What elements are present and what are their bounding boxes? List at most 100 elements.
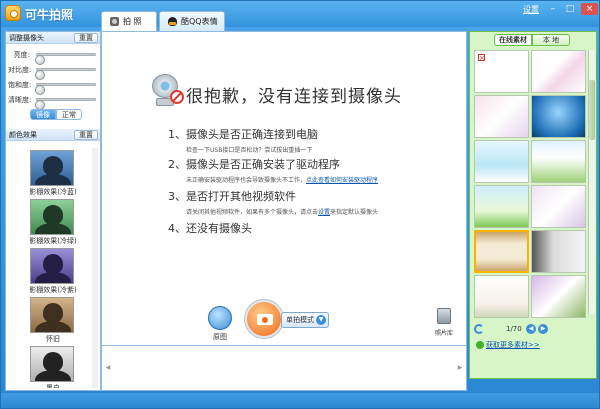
brightness-slider[interactable] <box>34 53 96 65</box>
silhouette-icon <box>43 254 63 274</box>
frame-thumbnail[interactable] <box>531 185 586 228</box>
contrast-slider-row: 对比度: <box>6 62 100 80</box>
silhouette-icon <box>35 321 71 332</box>
settings-inline-link[interactable]: 设置 <box>318 209 330 216</box>
no-webcam-icon <box>150 74 184 108</box>
settings-link[interactable]: 设置 <box>523 4 539 15</box>
step-4: 4、还没有摄像头 <box>168 220 252 236</box>
normal-mode-button[interactable]: 正常 <box>56 109 82 120</box>
effects-reset-button[interactable]: 重置 <box>74 130 98 140</box>
sharpness-slider-row: 清晰度: <box>6 92 100 110</box>
effects-scrollbar[interactable] <box>92 148 98 388</box>
effect-thumbnail[interactable] <box>30 297 74 333</box>
step-3: 3、是否打开其他视频软件 请关闭其他视频软件，如果有多个摄像头，请点击设置来指定… <box>168 188 378 216</box>
close-button[interactable]: × <box>581 3 598 15</box>
download-icon <box>476 341 484 349</box>
color-effects-title: 颜色效果 <box>9 131 37 139</box>
step-title: 4、还没有摄像头 <box>168 222 252 235</box>
materials-scrollbar[interactable] <box>588 50 595 314</box>
shutter-button[interactable] <box>245 300 283 338</box>
more-materials-label: 获取更多素材>> <box>486 341 540 349</box>
tab-local-materials[interactable]: 本 地 <box>532 34 570 46</box>
sharpness-slider[interactable] <box>34 98 96 110</box>
effect-thumbnail[interactable] <box>30 248 74 284</box>
strip-left-arrow-icon[interactable]: ◂ <box>104 362 112 374</box>
step-desc-text-after: 来指定默认摄像头 <box>330 209 379 216</box>
tab-camera-label: 拍 照 <box>123 17 142 26</box>
refresh-icon[interactable] <box>474 324 484 334</box>
effect-label: 黑白 <box>46 384 60 388</box>
effect-item[interactable]: 影棚效果(冷绿) <box>6 197 100 246</box>
step-2: 2、摄像头是否正确安装了驱动程序 未正确安装驱动程序也会导致摄像头不工作，点此查… <box>168 156 378 184</box>
step-desc-text: 未正确安装驱动程序也会导致摄像头不工作， <box>186 177 307 184</box>
camera-icon <box>257 314 273 325</box>
tab-camera[interactable]: 拍 照 <box>101 11 157 31</box>
saturation-slider[interactable] <box>34 83 96 95</box>
minimize-button[interactable]: – <box>546 3 560 15</box>
frame-thumbnail[interactable] <box>531 50 586 93</box>
frame-thumbnail[interactable] <box>531 275 586 318</box>
mirror-mode-button[interactable]: 镜像 <box>30 109 56 120</box>
effects-list: 影棚效果(冷蓝) 影棚效果(冷绿) 影棚效果(冷紫) 怀旧 黑白 <box>6 148 100 388</box>
more-materials-link[interactable]: 获取更多素材>> <box>476 340 540 350</box>
silhouette-icon <box>35 174 71 185</box>
tab-qq-emoticon[interactable]: 酷QQ表情 <box>159 11 225 31</box>
contrast-slider[interactable] <box>34 68 96 80</box>
step-title: 2、摄像头是否正确安装了驱动程序 <box>168 158 340 171</box>
materials-panel: 在线素材 本 地 × 1/70 ◀ ▶ 获取更多素材>> <box>469 31 597 379</box>
effect-thumbnail[interactable] <box>30 150 74 186</box>
silhouette-icon <box>43 352 63 372</box>
effect-thumbnail[interactable] <box>30 346 74 382</box>
title-bar: 可牛拍照 设置 – □ × <box>1 1 599 27</box>
original-button[interactable]: 原图 <box>205 306 235 342</box>
effect-item[interactable]: 黑白 <box>6 344 100 388</box>
app-window: 可牛拍照 设置 – □ × 拍 照 酷QQ表情 调整摄像头 重置 亮度: 对比度… <box>0 0 600 409</box>
effect-label: 影棚效果(冷蓝) <box>29 188 77 196</box>
frame-thumbnail[interactable] <box>474 185 529 228</box>
effect-label: 影棚效果(冷绿) <box>29 237 77 245</box>
frame-thumbnail-selected[interactable] <box>474 230 529 273</box>
effect-thumbnail[interactable] <box>30 199 74 235</box>
frame-thumbnail[interactable] <box>531 140 586 183</box>
silhouette-icon <box>43 303 63 323</box>
status-bar <box>1 393 599 408</box>
photo-album-button[interactable]: 照片库 <box>431 306 457 340</box>
frame-thumbnail[interactable] <box>531 95 586 138</box>
effect-item[interactable]: 影棚效果(冷蓝) <box>6 148 100 197</box>
effect-item[interactable]: 怀旧 <box>6 295 100 344</box>
page-indicator: 1/70 <box>506 325 522 333</box>
original-label: 原图 <box>213 333 227 341</box>
photo-strip: ◂ ▸ <box>101 345 467 391</box>
maximize-button[interactable]: □ <box>563 3 577 15</box>
step-description: 检查一下USB接口是否松动？尝试拔出重插一下 <box>186 147 313 154</box>
album-icon <box>437 308 451 324</box>
silhouette-icon <box>35 223 71 234</box>
tab-online-materials[interactable]: 在线素材 <box>494 34 532 46</box>
scrollbar-thumb[interactable] <box>589 80 595 140</box>
step-description: 未正确安装驱动程序也会导致摄像头不工作，点此查看如何安装驱动程序 <box>186 175 378 184</box>
step-desc-text: 请关闭其他视频软件，如果有多个摄像头，请点击 <box>186 209 319 216</box>
frame-thumbnail[interactable] <box>531 230 586 273</box>
adjust-reset-button[interactable]: 重置 <box>74 33 98 43</box>
next-page-button[interactable]: ▶ <box>538 324 548 334</box>
app-title: 可牛拍照 <box>25 8 74 22</box>
frame-thumbnail[interactable] <box>474 140 529 183</box>
frame-thumbnail-none[interactable]: × <box>474 50 529 93</box>
step-title: 1、摄像头是否正确连接到电脑 <box>168 128 318 141</box>
shoot-mode-dropdown[interactable]: 单拍模式 ▼ <box>281 312 329 328</box>
effect-label: 怀旧 <box>46 335 60 343</box>
adjust-camera-header: 调整摄像头 重置 <box>6 32 100 44</box>
step-title: 3、是否打开其他视频软件 <box>168 190 296 203</box>
frame-thumbnail[interactable] <box>474 275 529 318</box>
effect-item[interactable]: 影棚效果(冷紫) <box>6 246 100 295</box>
silhouette-icon <box>35 272 71 283</box>
prev-page-button[interactable]: ◀ <box>526 324 536 334</box>
driver-help-link[interactable]: 点此查看如何安装驱动程序 <box>306 177 378 184</box>
silhouette-icon <box>43 156 63 176</box>
strip-right-arrow-icon[interactable]: ▸ <box>456 362 464 374</box>
brightness-label: 亮度: <box>13 51 30 59</box>
undo-icon <box>208 306 232 330</box>
left-panel: 调整摄像头 重置 亮度: 对比度: 饱和度: 清晰度: 镜像 正常 颜色效果 重… <box>5 31 101 391</box>
camera-icon <box>110 17 119 26</box>
frame-thumbnail[interactable] <box>474 95 529 138</box>
